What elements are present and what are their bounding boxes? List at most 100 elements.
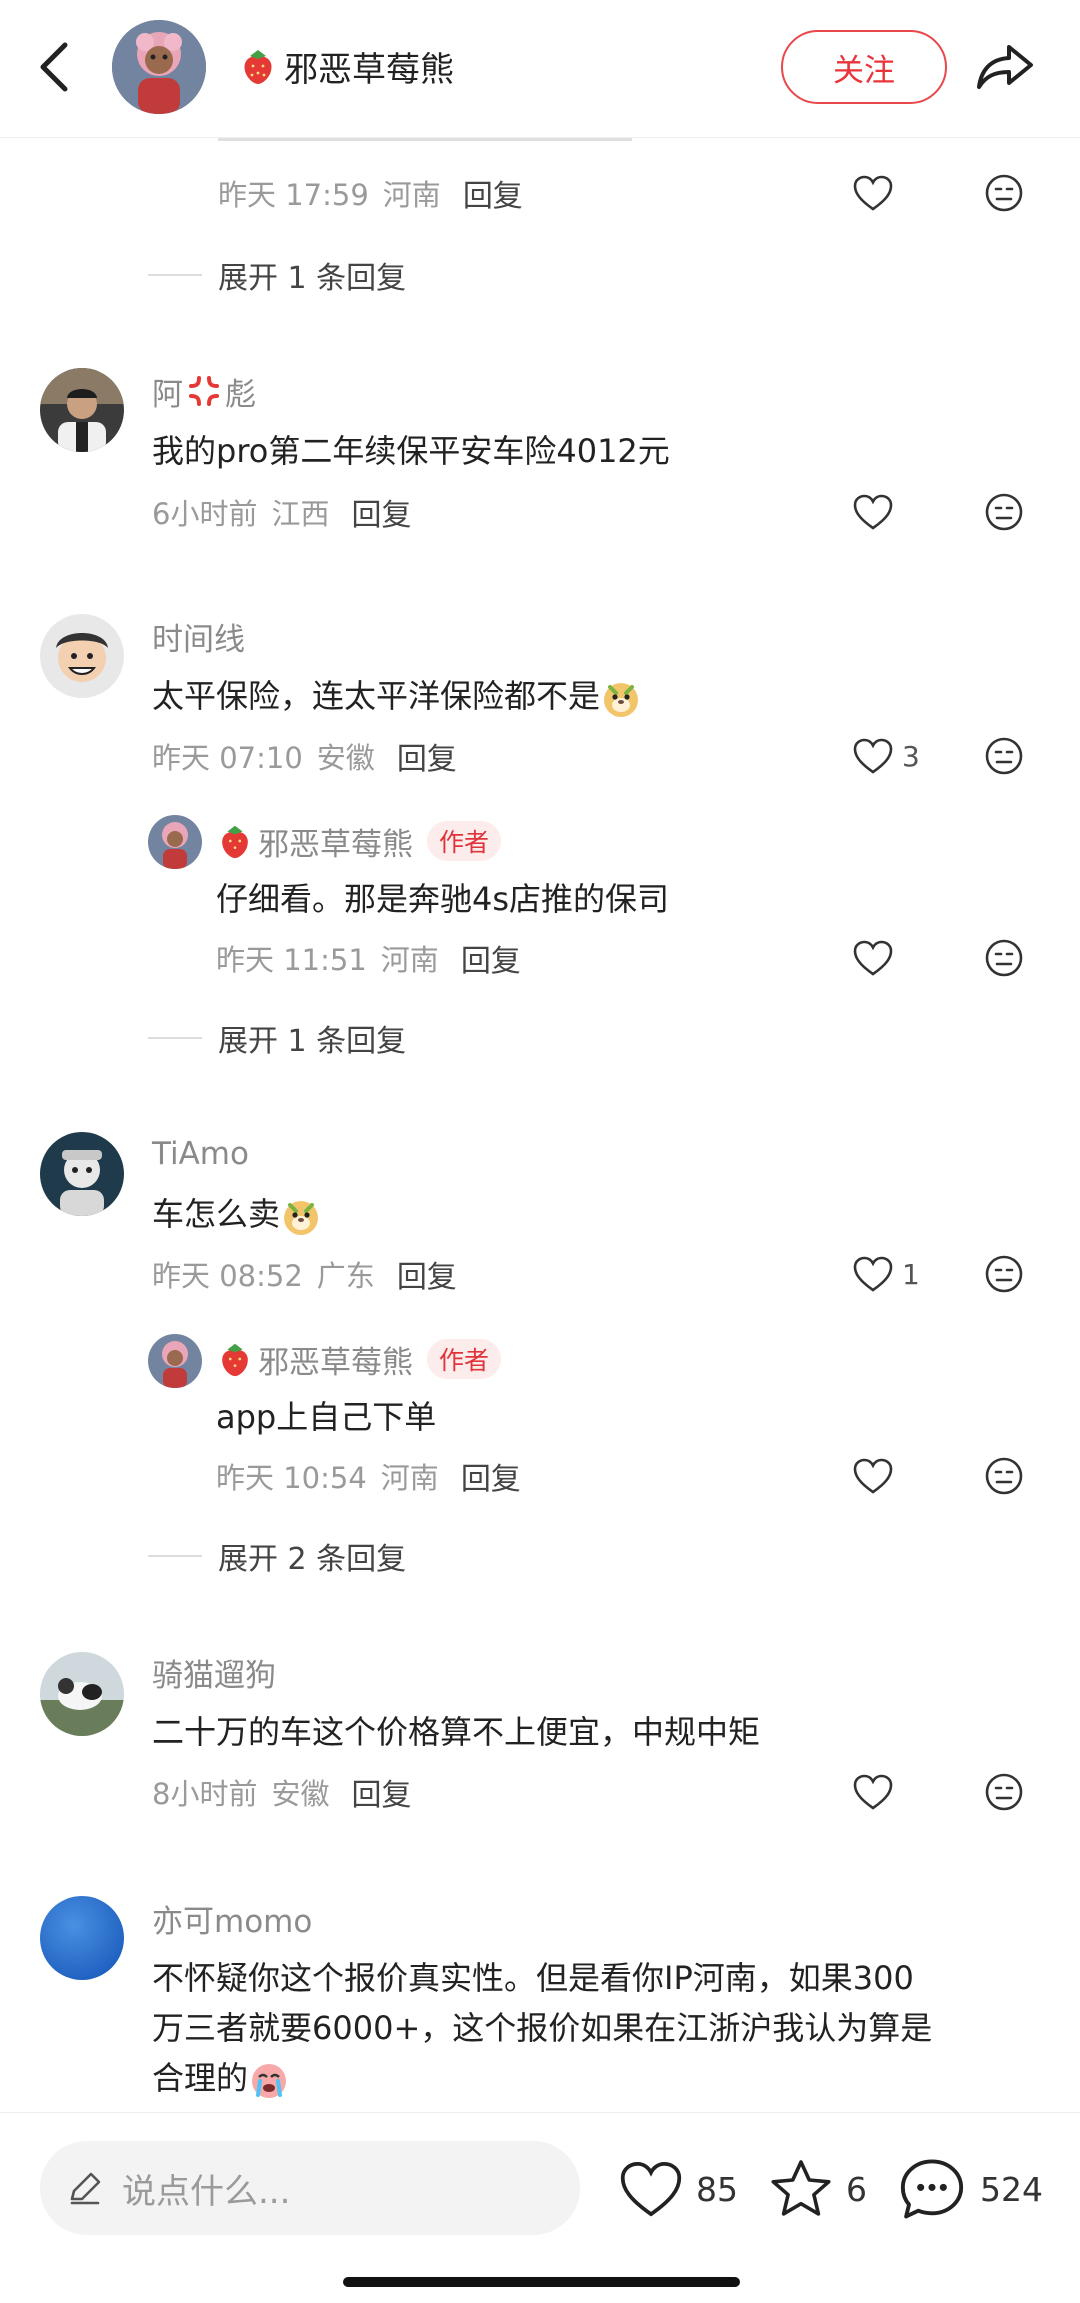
author-name: 邪恶草莓熊 [284, 49, 454, 90]
comment-text-line: 万三者就要6000+，这个报价如果在江浙沪我认为算是 [152, 2009, 933, 2047]
expand-replies-label: 展开 2 条回复 [218, 1542, 407, 1577]
comment-meta: 昨天 07:10 安徽 回复 [152, 734, 457, 778]
avatar-image [40, 368, 124, 452]
reply-button[interactable]: 回复 [461, 1454, 521, 1498]
dislike-button[interactable] [982, 1770, 1026, 1814]
commenter-name[interactable]: 时间线 [152, 614, 245, 658]
reply-avatar[interactable] [148, 1334, 202, 1388]
reply-author-name[interactable]: 邪恶草莓熊 作者 [216, 1337, 502, 1381]
comment-text-content: 太平保险，连太平洋保险都不是 [152, 677, 601, 715]
username-part: 阿 [152, 376, 183, 413]
like-button[interactable] [852, 936, 894, 980]
dislike-button[interactable] [982, 936, 1026, 980]
reply-meta: 昨天 10:54 河南 回复 [216, 1454, 521, 1498]
commenter-name[interactable]: 阿 彪 [152, 369, 256, 413]
strawberry-icon [222, 1343, 248, 1377]
comment-text-content: 车怎么卖 [152, 1195, 281, 1233]
heart-icon [853, 494, 893, 530]
expand-replies-button[interactable]: 展开 2 条回复 [148, 1534, 406, 1578]
like-button[interactable]: 3 [852, 734, 920, 778]
commenter-avatar[interactable] [40, 614, 124, 698]
anger-icon [189, 376, 219, 406]
dislike-face-icon [985, 939, 1023, 977]
reply-button[interactable]: 回复 [397, 1252, 457, 1296]
like-button[interactable] [852, 1770, 894, 1814]
comment-meta: 昨天 17:59 河南 回复 [218, 171, 523, 215]
expand-replies-label: 展开 1 条回复 [218, 1024, 407, 1059]
divider [148, 1555, 202, 1557]
dislike-button[interactable] [982, 490, 1026, 534]
divider [148, 274, 202, 276]
comment-meta: 6小时前 江西 回复 [152, 490, 411, 534]
comment-text-line: 不怀疑你这个报价真实性。但是看你IP河南，如果300 [152, 1959, 914, 1997]
comment-text: 车怎么卖 [152, 1189, 322, 1239]
comment-time: 昨天 07:10 [152, 741, 303, 775]
comment-input-placeholder: 说点什么... [122, 2171, 291, 2212]
comment-input[interactable]: 说点什么... [40, 2141, 580, 2235]
like-button[interactable] [852, 171, 894, 215]
like-button[interactable] [852, 490, 894, 534]
comment-time: 6小时前 [152, 497, 258, 531]
heart-icon [853, 738, 893, 774]
comment-text: 我的pro第二年续保平安车险4012元 [152, 432, 670, 470]
like-count: 1 [902, 1257, 920, 1291]
expand-replies-label: 展开 1 条回复 [218, 261, 407, 296]
expand-replies-button[interactable]: 展开 1 条回复 [148, 1016, 406, 1060]
back-button[interactable] [30, 32, 78, 102]
meerkat-emoji-icon [604, 683, 639, 717]
dislike-button[interactable] [982, 171, 1026, 215]
like-post-count: 85 [696, 2169, 738, 2209]
avatar-image [40, 614, 124, 698]
dislike-button[interactable] [982, 734, 1026, 778]
divider [148, 1037, 202, 1039]
comment-location: 河南 [380, 943, 439, 977]
comment-location: 江西 [271, 497, 330, 531]
heart-icon [853, 1774, 893, 1810]
pencil-icon [70, 2172, 101, 2205]
commenter-avatar[interactable] [40, 1896, 124, 1980]
home-indicator[interactable] [343, 2277, 740, 2287]
heart-icon [853, 940, 893, 976]
reply-button[interactable]: 回复 [351, 1770, 411, 1814]
quoted-image-edge [218, 138, 632, 141]
reply-button[interactable]: 回复 [351, 490, 411, 534]
like-post-button[interactable]: 85 [618, 2152, 738, 2226]
comment-count-button[interactable]: 524 [896, 2152, 1043, 2226]
share-button[interactable] [970, 34, 1040, 100]
comment-location: 广东 [316, 1259, 375, 1293]
bear-avatar-image [148, 815, 202, 869]
comment-bubble-icon [900, 2159, 964, 2219]
comment-text: 二十万的车这个价格算不上便宜，中规中矩 [152, 1713, 761, 1751]
strawberry-icon [222, 825, 248, 859]
follow-button[interactable]: 关注 [781, 30, 947, 104]
collect-button[interactable]: 6 [768, 2152, 867, 2226]
commenter-avatar[interactable] [40, 1132, 124, 1216]
dislike-button[interactable] [982, 1252, 1026, 1296]
author-avatar[interactable] [112, 20, 206, 114]
reply-avatar[interactable] [148, 815, 202, 869]
reply-button[interactable]: 回复 [461, 936, 521, 980]
commenter-avatar[interactable] [40, 1652, 124, 1736]
reply-meta: 昨天 11:51 河南 回复 [216, 936, 521, 980]
comment-meta: 昨天 08:52 广东 回复 [152, 1252, 457, 1296]
heart-icon [853, 1458, 893, 1494]
like-button[interactable] [852, 1454, 894, 1498]
reply-author-name[interactable]: 邪恶草莓熊 作者 [216, 819, 502, 863]
reply-text: 仔细看。那是奔驰4s店推的保司 [216, 880, 670, 918]
comment-text: 太平保险，连太平洋保险都不是 [152, 671, 642, 721]
bear-avatar-image [112, 20, 206, 114]
commenter-name[interactable]: 亦可momo [152, 1896, 312, 1940]
dislike-button[interactable] [982, 1454, 1026, 1498]
reply-button[interactable]: 回复 [463, 171, 523, 215]
meerkat-emoji-icon [284, 1201, 319, 1235]
commenter-avatar[interactable] [40, 368, 124, 452]
dislike-face-icon [985, 1457, 1023, 1495]
author-badge: 作者 [427, 1339, 502, 1379]
commenter-name[interactable]: TiAmo [152, 1132, 249, 1176]
reply-button[interactable]: 回复 [397, 734, 457, 778]
crying-emoji-icon [252, 2064, 287, 2098]
like-button[interactable]: 1 [852, 1252, 920, 1296]
commenter-name[interactable]: 骑猫遛狗 [152, 1650, 276, 1694]
author-name-row[interactable]: 邪恶草莓熊 [238, 38, 454, 94]
expand-replies-button[interactable]: 展开 1 条回复 [148, 253, 406, 297]
